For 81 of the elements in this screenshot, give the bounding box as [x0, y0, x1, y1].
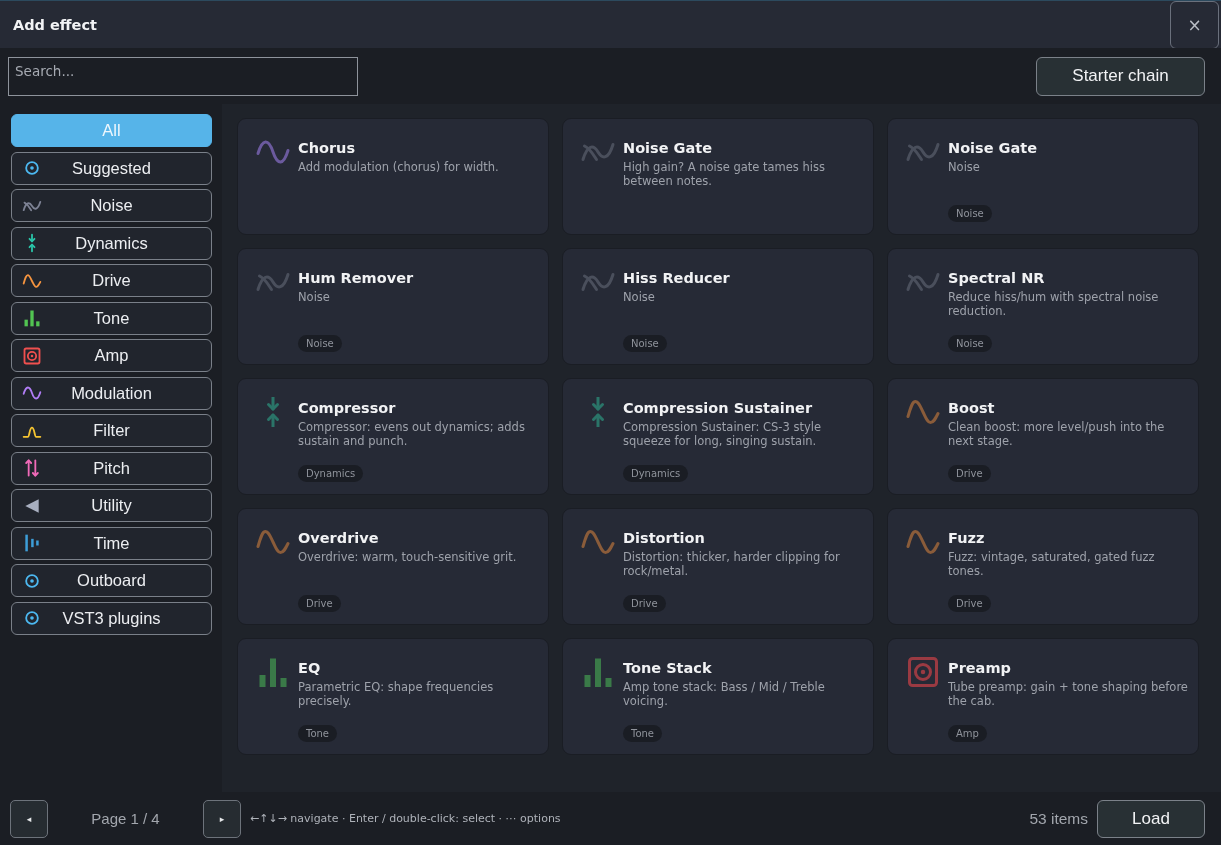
category-button[interactable]: Tone — [11, 301, 212, 335]
category-tag: Dynamics — [623, 465, 689, 482]
effect-card[interactable]: Compression Sustainer Compression Sustainer: CS-3 style squeeze for long, singing sustain. Dynamics — [562, 378, 874, 495]
effect-description: Reduce hiss/hum with spectral noise reduction. — [948, 290, 1160, 318]
category-tag: Drive — [948, 465, 991, 482]
category-tag: Dynamics — [298, 465, 364, 482]
category-tag: Noise — [623, 335, 667, 352]
category-button[interactable]: Outboard — [11, 564, 212, 597]
category-button[interactable]: Drive — [11, 264, 212, 297]
category-tag: Drive — [298, 595, 341, 612]
effect-card[interactable]: Overdrive Overdrive: warm, touch-sensitive grit. Drive — [237, 508, 549, 625]
effect-description: Overdrive: warm, touch-sensitive grit. — [298, 550, 517, 564]
effect-description: High gain? A noise gate tames hiss between notes. — [623, 160, 826, 188]
effect-title: Chorus — [298, 139, 356, 157]
effect-card[interactable]: Boost Clean boost: more level/push into the next stage. Drive — [887, 378, 1199, 495]
effect-description: Tube preamp: gain + tone shaping before the cab. — [948, 680, 1189, 708]
effect-card[interactable]: EQ Parametric EQ: shape frequencies precisely. Tone — [237, 638, 549, 755]
effect-title: Compressor — [298, 399, 396, 417]
category-tag: Tone — [298, 725, 338, 742]
effect-title: Noise Gate — [948, 139, 1038, 157]
category-tag: Noise — [298, 335, 342, 352]
effect-title: Distortion — [623, 529, 705, 547]
effect-title: Overdrive — [298, 529, 379, 547]
effect-title: Hum Remover — [298, 269, 414, 287]
effect-description: Noise — [298, 290, 330, 304]
previous-page-button[interactable]: ◂ — [10, 799, 48, 838]
dialog-title: Add effect — [13, 16, 97, 33]
category-button[interactable]: Amp — [11, 339, 212, 372]
effect-description: Amp tone stack: Bass / Mid / Treble voicing. — [623, 680, 826, 708]
effect-title: Fuzz — [948, 529, 985, 547]
effect-description: Clean boost: more level/push into the next stage. — [948, 420, 1166, 448]
category-tag: Amp — [948, 725, 987, 742]
effect-card[interactable]: Fuzz Fuzz: vintage, saturated, gated fuzz tones. Drive — [887, 508, 1199, 625]
effect-card[interactable]: Noise Gate High gain? A noise gate tames hiss between notes. — [562, 118, 874, 235]
effect-title: Compression Sustainer — [623, 399, 813, 417]
effect-description: Add modulation (chorus) for width. — [298, 160, 499, 174]
effect-title: Preamp — [948, 659, 1011, 677]
category-button[interactable]: Modulation — [11, 376, 212, 410]
effect-card[interactable]: Spectral NR Reduce hiss/hum with spectral noise reduction. Noise — [887, 248, 1199, 365]
keyboard-hint: ←↑↓→ navigate · Enter / double-click: select · ⋯ options — [250, 812, 561, 825]
effect-title: Boost — [948, 399, 995, 417]
effect-card[interactable]: Hum Remover Noise Noise — [237, 248, 549, 365]
effect-title: Tone Stack — [623, 659, 712, 677]
category-button[interactable]: Pitch — [11, 451, 212, 485]
effect-description: Noise — [623, 290, 655, 304]
effect-description: Compression Sustainer: CS-3 style squeeze for long, singing sustain. — [623, 420, 823, 448]
starter-chain-button[interactable]: Starter chain — [1036, 56, 1205, 96]
category-button[interactable]: Utility — [11, 489, 212, 522]
close-button[interactable]: × — [1170, 1, 1219, 49]
category-button[interactable]: Time — [11, 526, 212, 560]
effect-description: Compressor: evens out dynamics; adds sustain and punch. — [298, 420, 526, 448]
effect-description: Noise — [948, 160, 980, 174]
effect-card[interactable]: Hiss Reducer Noise Noise — [562, 248, 874, 365]
category-button[interactable]: Suggested — [11, 151, 212, 185]
effect-card[interactable]: Tone Stack Amp tone stack: Bass / Mid / Treble voicing. Tone — [562, 638, 874, 755]
effect-card[interactable]: Preamp Tube preamp: gain + tone shaping before the cab. Amp — [887, 638, 1199, 755]
category-button[interactable]: Dynamics — [11, 226, 212, 260]
next-page-button[interactable]: ▸ — [203, 799, 241, 838]
effect-title: EQ — [298, 659, 321, 677]
category-tag: Drive — [623, 595, 666, 612]
effect-card[interactable]: Distortion Distortion: thicker, harder clipping for rock/metal. Drive — [562, 508, 874, 625]
effect-card[interactable]: Compressor Compressor: evens out dynamics; adds sustain and punch. Dynamics — [237, 378, 549, 495]
category-tag: Drive — [948, 595, 991, 612]
effect-title: Hiss Reducer — [623, 269, 730, 287]
page-indicator: Page 1 / 4 — [90, 810, 161, 827]
category-tag: Noise — [948, 205, 992, 222]
effect-card[interactable]: Chorus Add modulation (chorus) for width. — [237, 118, 549, 235]
effect-description: Fuzz: vintage, saturated, gated fuzz tones. — [948, 550, 1156, 578]
category-tag: Tone — [623, 725, 663, 742]
effect-title: Spectral NR — [948, 269, 1045, 287]
effect-title: Noise Gate — [623, 139, 713, 157]
search-field[interactable]: Search... — [8, 56, 358, 96]
category-tag: Noise — [948, 335, 992, 352]
category-button[interactable]: Filter — [11, 414, 212, 447]
category-button[interactable]: Noise — [11, 189, 212, 222]
category-button[interactable]: VST3 plugins — [11, 601, 212, 635]
effect-description: Parametric EQ: shape frequencies precisely. — [298, 680, 495, 708]
load-button[interactable]: Load — [1097, 799, 1205, 838]
item-count: 53 items — [1029, 809, 1088, 828]
effect-card[interactable]: Noise Gate Noise Noise — [887, 118, 1199, 235]
effect-description: Distortion: thicker, harder clipping for rock/metal. — [623, 550, 841, 578]
